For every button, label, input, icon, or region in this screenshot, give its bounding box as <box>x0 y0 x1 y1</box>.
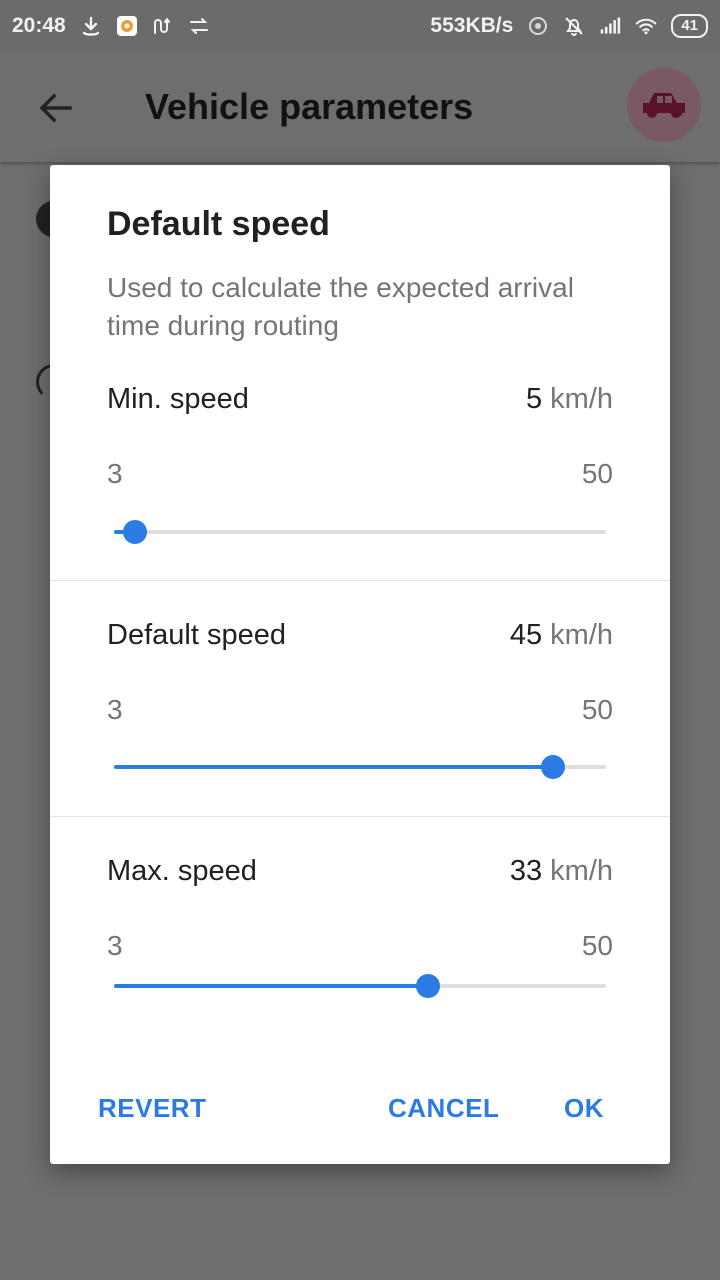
status-time: 20:48 <box>12 14 66 37</box>
slider-thumb[interactable] <box>123 520 148 544</box>
status-bar-right: 553KB/s 41 <box>430 14 708 38</box>
slider-fill <box>114 765 554 769</box>
car-icon <box>643 93 685 118</box>
min-speed-value: 5 km/h <box>525 383 613 415</box>
min-speed-slider[interactable] <box>114 520 606 544</box>
max-speed-slider[interactable] <box>114 974 606 998</box>
route-icon <box>152 15 174 37</box>
app-bar: Vehicle parameters <box>0 52 720 162</box>
app-notification-icon <box>116 15 138 37</box>
min-speed-range-max: 50 <box>581 458 613 489</box>
arrow-left-icon <box>39 93 72 123</box>
divider <box>50 816 670 817</box>
hotspot-icon <box>527 15 549 37</box>
dialog-title: Default speed <box>107 205 330 243</box>
default-speed-slider[interactable] <box>114 755 606 779</box>
network-speed: 553KB/s <box>430 14 514 37</box>
status-bar-left: 20:48 <box>12 14 210 38</box>
ok-button[interactable]: OK <box>564 1093 604 1124</box>
max-speed-range-min: 3 <box>107 930 123 961</box>
cancel-button[interactable]: CANCEL <box>388 1093 499 1124</box>
revert-button[interactable]: REVERT <box>98 1093 206 1124</box>
mute-bell-icon <box>563 15 585 37</box>
page-title: Vehicle parameters <box>145 86 474 127</box>
default-speed-dialog: Default speed Used to calculate the expe… <box>50 165 670 1164</box>
min-speed-label: Min. speed <box>107 383 249 415</box>
default-speed-label: Default speed <box>107 619 286 651</box>
dialog-description: Used to calculate the expected arrival t… <box>107 272 574 341</box>
vehicle-profile-button[interactable] <box>627 68 701 142</box>
min-speed-range-min: 3 <box>107 458 123 489</box>
battery-indicator: 41 <box>671 14 708 38</box>
divider <box>50 580 670 581</box>
wifi-icon <box>635 15 657 37</box>
max-speed-label: Max. speed <box>107 855 257 887</box>
slider-fill <box>114 984 428 988</box>
default-speed-value: 45 km/h <box>509 619 613 651</box>
download-icon <box>80 15 102 37</box>
max-speed-range-max: 50 <box>581 930 613 961</box>
sync-icon <box>188 15 210 37</box>
status-bar: 20:48 553KB/s 41 <box>0 0 720 52</box>
slider-thumb[interactable] <box>541 755 566 779</box>
signal-icon <box>599 15 621 37</box>
default-speed-range-max: 50 <box>581 694 613 725</box>
back-button[interactable] <box>34 86 78 130</box>
max-speed-value: 33 km/h <box>509 855 613 887</box>
slider-thumb[interactable] <box>415 974 440 998</box>
default-speed-range-min: 3 <box>107 694 123 725</box>
